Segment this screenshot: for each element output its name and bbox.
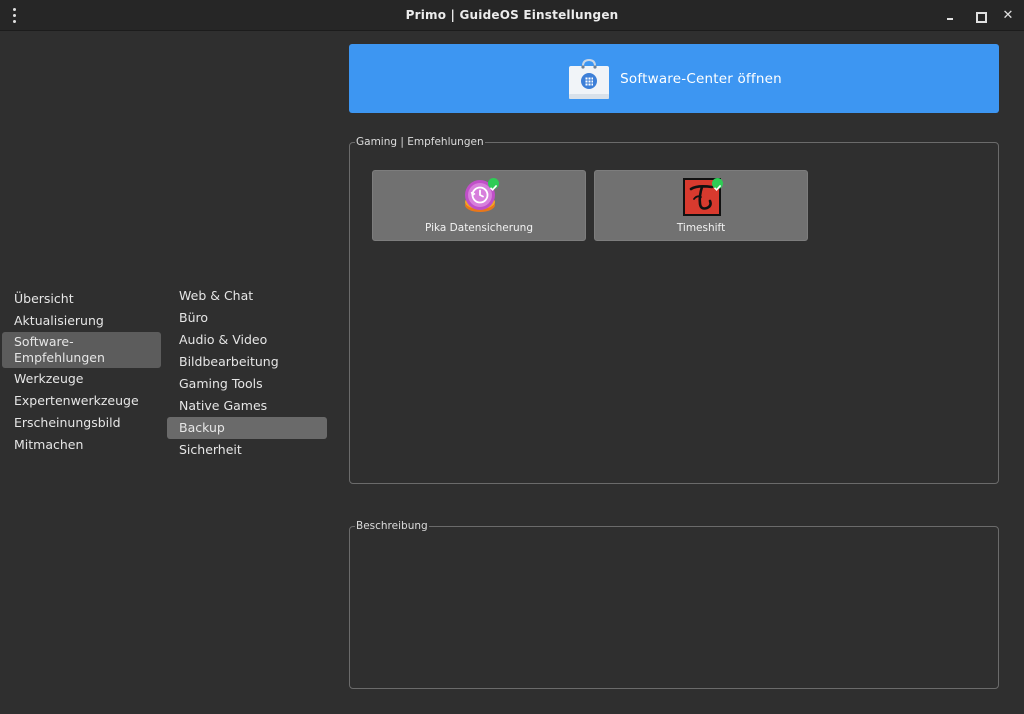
category-item-web-chat[interactable]: Web & Chat bbox=[167, 285, 327, 307]
app-card-pika-datensicherung[interactable]: Pika Datensicherung bbox=[372, 170, 586, 241]
recommendations-group-title: Gaming | Empfehlungen bbox=[356, 136, 484, 148]
close-button[interactable]: ✕ bbox=[1000, 8, 1016, 24]
installed-check-icon bbox=[488, 178, 499, 191]
pika-backup-icon bbox=[461, 178, 499, 216]
nav-item-expertenwerkzeuge[interactable]: Expertenwerkzeuge bbox=[2, 390, 161, 412]
nav-item-werkzeuge[interactable]: Werkzeuge bbox=[2, 368, 161, 390]
category-item-sicherheit[interactable]: Sicherheit bbox=[167, 439, 327, 461]
nav-item-software-empfehlungen[interactable]: Software- Empfehlungen bbox=[2, 332, 161, 368]
software-center-label: Software-Center öffnen bbox=[620, 70, 782, 87]
main-navigation: Übersicht Aktualisierung Software- Empfe… bbox=[0, 288, 162, 456]
shopping-bag-icon bbox=[566, 56, 612, 102]
timeshift-icon bbox=[683, 178, 723, 216]
minimize-button[interactable] bbox=[943, 8, 959, 24]
category-item-gaming-tools[interactable]: Gaming Tools bbox=[167, 373, 327, 395]
software-center-button[interactable]: Software-Center öffnen bbox=[349, 44, 999, 113]
app-name: Timeshift bbox=[676, 222, 726, 234]
app-card-timeshift[interactable]: Timeshift bbox=[594, 170, 808, 241]
installed-check-icon bbox=[712, 178, 723, 191]
category-item-bildbearbeitung[interactable]: Bildbearbeitung bbox=[167, 351, 327, 373]
nav-item-erscheinungsbild[interactable]: Erscheinungsbild bbox=[2, 412, 161, 434]
category-item-backup[interactable]: Backup bbox=[167, 417, 327, 439]
window-title: Primo | GuideOS Einstellungen bbox=[405, 8, 619, 22]
title-bar: Primo | GuideOS Einstellungen ✕ bbox=[0, 0, 1024, 31]
nav-item-aktualisierung[interactable]: Aktualisierung bbox=[2, 310, 161, 332]
description-group: Beschreibung bbox=[349, 520, 999, 689]
category-navigation: Web & Chat Büro Audio & Video Bildbearbe… bbox=[167, 285, 328, 461]
nav-item-mitmachen[interactable]: Mitmachen bbox=[2, 434, 161, 456]
category-item-audio-video[interactable]: Audio & Video bbox=[167, 329, 327, 351]
category-item-buero[interactable]: Büro bbox=[167, 307, 327, 329]
nav-item-uebersicht[interactable]: Übersicht bbox=[2, 288, 161, 310]
description-group-title: Beschreibung bbox=[356, 520, 428, 532]
maximize-button[interactable] bbox=[972, 8, 988, 24]
app-name: Pika Datensicherung bbox=[424, 222, 533, 234]
category-item-native-games[interactable]: Native Games bbox=[167, 395, 327, 417]
